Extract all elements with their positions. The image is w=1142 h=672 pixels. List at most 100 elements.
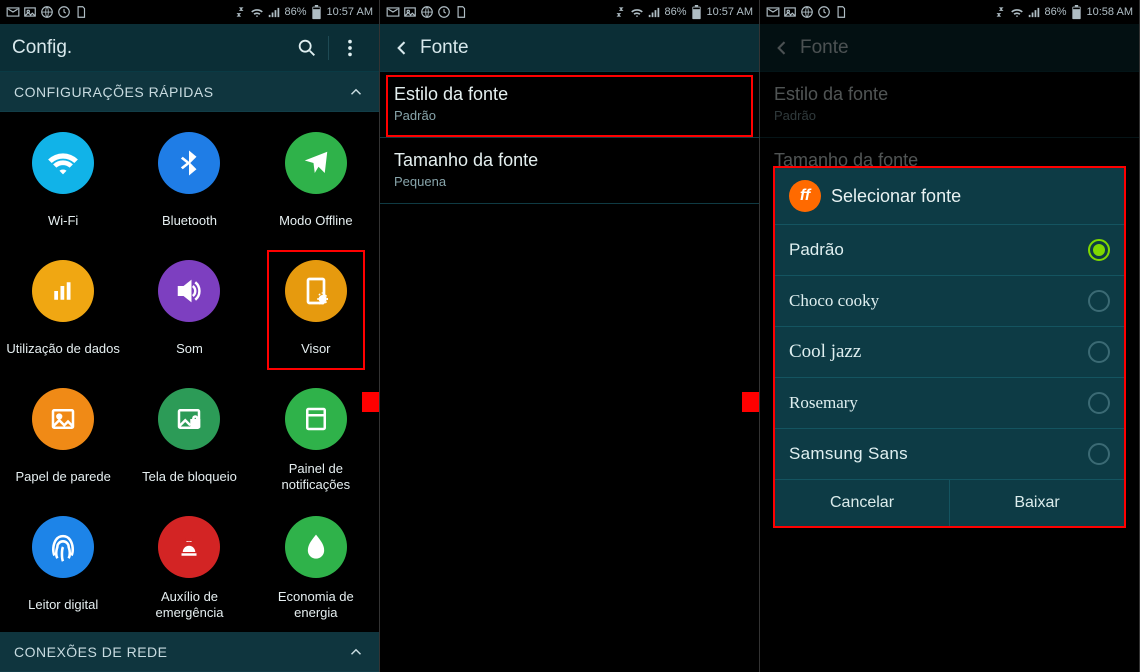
wifi-icon	[1010, 5, 1024, 19]
opt-default-label: Padrão	[789, 240, 844, 260]
font-size-title: Tamanho da fonte	[394, 150, 745, 171]
display-tile[interactable]: Visor	[253, 246, 379, 374]
quick-settings-header[interactable]: CONFIGURAÇÕES RÁPIDAS	[0, 72, 379, 112]
data-tile[interactable]: Utilização de dados	[0, 246, 126, 374]
overflow-icon[interactable]	[333, 31, 367, 65]
doc-icon	[74, 5, 88, 19]
opt-sams-label: Samsung Sans	[789, 444, 908, 464]
network-header[interactable]: CONEXÕES DE REDE	[0, 632, 379, 672]
sound-tile[interactable]: Som	[126, 246, 252, 374]
flipfont-icon: ff	[789, 180, 821, 212]
dialog-title: Selecionar fonte	[831, 186, 961, 207]
fonte-header: Fonte	[380, 24, 759, 72]
battery-pct: 86%	[1044, 6, 1066, 18]
offline-tile[interactable]: Modo Offline	[253, 118, 379, 246]
font-option-samsung[interactable]: Samsung Sans	[775, 429, 1124, 480]
battery-pct: 86%	[664, 6, 686, 18]
font-option-cool[interactable]: Cool jazz	[775, 327, 1124, 378]
arrow-right-icon	[362, 378, 380, 426]
status-bar: 86% 10:57 AM	[0, 0, 379, 24]
emerg-label: Auxílio de emergência	[130, 588, 248, 622]
font-option-choco[interactable]: Choco cooky	[775, 276, 1124, 327]
font-style-sub: Padrão	[774, 108, 1125, 123]
globe-icon	[40, 5, 54, 19]
chevron-up-icon	[347, 643, 365, 661]
download-button[interactable]: Baixar	[949, 480, 1124, 526]
radio-checked-icon	[1088, 239, 1110, 261]
envelope-icon	[386, 5, 400, 19]
bluetooth-label: Bluetooth	[162, 204, 217, 238]
wallpaper-label: Papel de parede	[15, 460, 110, 494]
wifi-icon	[630, 5, 644, 19]
envelope-icon	[766, 5, 780, 19]
select-font-dialog: ff Selecionar fonte Padrão Choco cooky C…	[773, 166, 1126, 528]
vibrate-icon	[993, 5, 1007, 19]
status-bar: 86% 10:58 AM	[760, 0, 1139, 24]
search-icon[interactable]	[290, 31, 324, 65]
radio-icon	[1088, 341, 1110, 363]
battery-icon	[1070, 5, 1084, 19]
arrow-right-icon	[742, 378, 760, 426]
emerg-tile[interactable]: Auxílio de emergência	[126, 502, 252, 630]
battery-icon	[310, 5, 324, 19]
screen-config: 86% 10:57 AM Config. CONFIGURAÇÕES RÁPID…	[0, 0, 380, 672]
notif-tile[interactable]: Painel de notificações	[253, 374, 379, 502]
divider	[328, 36, 329, 60]
wallpaper-tile[interactable]: Papel de parede	[0, 374, 126, 502]
pic-icon	[783, 5, 797, 19]
quick-grid: Wi-Fi Bluetooth Modo Offline Utilização …	[0, 112, 379, 630]
wifi-tile[interactable]: Wi-Fi	[0, 118, 126, 246]
vibrate-icon	[613, 5, 627, 19]
dialog-header: ff Selecionar fonte	[775, 168, 1124, 225]
status-time: 10:58 AM	[1087, 6, 1133, 18]
vibrate-icon	[233, 5, 247, 19]
clock-icon	[817, 5, 831, 19]
bluetooth-tile[interactable]: Bluetooth	[126, 118, 252, 246]
signal-icon	[1027, 5, 1041, 19]
doc-icon	[834, 5, 848, 19]
fonte-title: Fonte	[800, 37, 849, 59]
status-time: 10:57 AM	[327, 6, 373, 18]
pic-icon	[23, 5, 37, 19]
globe-icon	[420, 5, 434, 19]
energy-tile[interactable]: Economia de energia	[253, 502, 379, 630]
status-bar: 86% 10:57 AM	[380, 0, 759, 24]
battery-pct: 86%	[284, 6, 306, 18]
back-icon	[772, 38, 792, 58]
fonte-header: Fonte	[760, 24, 1139, 72]
radio-icon	[1088, 392, 1110, 414]
config-header: Config.	[0, 24, 379, 72]
font-option-default[interactable]: Padrão	[775, 225, 1124, 276]
radio-icon	[1088, 443, 1110, 465]
font-style-title: Estilo da fonte	[774, 84, 1125, 105]
doc-icon	[454, 5, 468, 19]
clock-icon	[437, 5, 451, 19]
font-size-item[interactable]: Tamanho da fonte Pequena	[380, 138, 759, 204]
font-size-sub: Pequena	[394, 174, 745, 189]
dialog-actions: Cancelar Baixar	[775, 480, 1124, 526]
energy-label: Economia de energia	[257, 588, 375, 622]
fonte-title: Fonte	[420, 37, 469, 59]
quick-section-label: CONFIGURAÇÕES RÁPIDAS	[14, 84, 214, 100]
lock-tile[interactable]: Tela de bloqueio	[126, 374, 252, 502]
pic-icon	[403, 5, 417, 19]
back-icon[interactable]	[392, 38, 412, 58]
screen-fonte: 86% 10:57 AM Fonte Estilo da fonte Padrã…	[380, 0, 760, 672]
wifi-icon	[250, 5, 264, 19]
screen-dialog: 86% 10:58 AM Fonte Estilo da fonte Padrã…	[760, 0, 1140, 672]
opt-rose-label: Rosemary	[789, 393, 858, 413]
font-option-rosemary[interactable]: Rosemary	[775, 378, 1124, 429]
signal-icon	[647, 5, 661, 19]
radio-icon	[1088, 290, 1110, 312]
opt-choco-label: Choco cooky	[789, 291, 879, 311]
opt-cool-label: Cool jazz	[789, 341, 861, 363]
chevron-up-icon	[347, 83, 365, 101]
signal-icon	[267, 5, 281, 19]
finger-tile[interactable]: Leitor digital	[0, 502, 126, 630]
cancel-button[interactable]: Cancelar	[775, 480, 949, 526]
offline-label: Modo Offline	[279, 204, 352, 238]
status-time: 10:57 AM	[707, 6, 753, 18]
envelope-icon	[6, 5, 20, 19]
finger-label: Leitor digital	[28, 588, 98, 622]
highlight-box	[267, 250, 365, 370]
